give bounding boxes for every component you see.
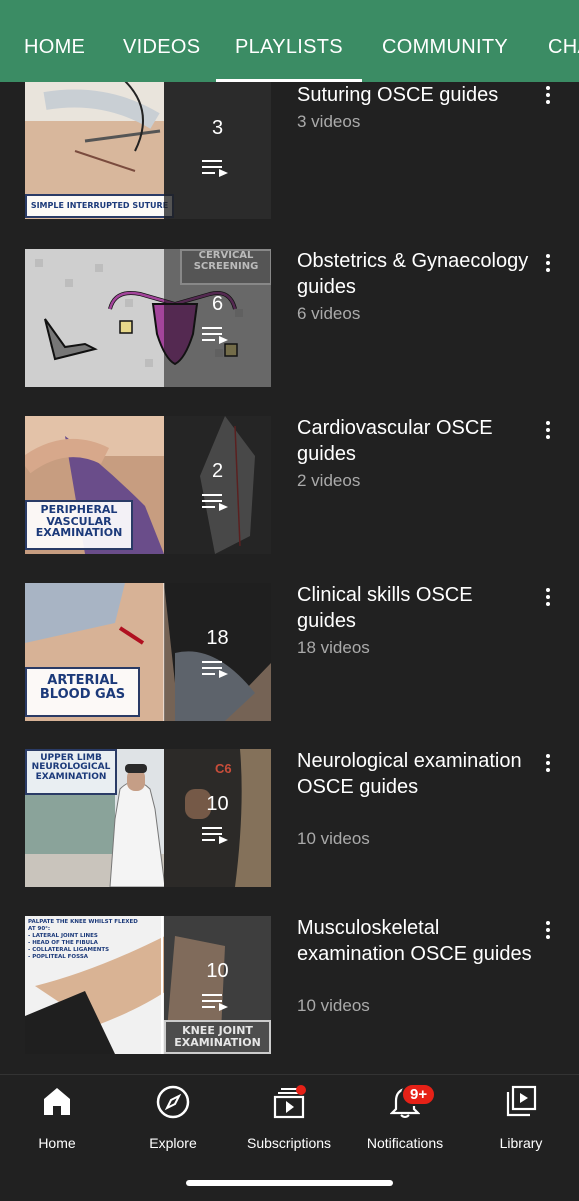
compass-icon [156, 1085, 190, 1119]
thumbnail-caption: ARTERIAL BLOOD GAS [25, 667, 140, 717]
playlist-item[interactable]: SIMPLE INTERRUPTED SUTURE 3 Suturing OSC… [0, 81, 579, 219]
thumbnail-caption: PERIPHERAL VASCULAR EXAMINATION [25, 500, 133, 550]
playlist-item[interactable]: PALPATE THE KNEE WHILST FLEXED AT 90°: -… [0, 916, 579, 1054]
playlist-count-overlay [164, 416, 271, 554]
playlist-icon [202, 160, 228, 177]
playlist-thumbnail[interactable]: PERIPHERAL VASCULAR EXAMINATION 2 [25, 416, 271, 554]
nav-library-label: Library [499, 1135, 543, 1151]
playlist-thumbnail[interactable]: UPPER LIMB NEUROLOGICAL EXAMINATION C6 1… [25, 749, 271, 887]
playlist-item[interactable]: CERVICAL SCREENING 6 Obstetrics & Gynaec… [0, 249, 579, 387]
nav-explore-label: Explore [149, 1135, 197, 1151]
system-home-indicator[interactable] [186, 1180, 393, 1186]
playlist-item[interactable]: PERIPHERAL VASCULAR EXAMINATION 2 Cardio… [0, 416, 579, 554]
playlist-icon [202, 661, 228, 678]
more-options-icon[interactable] [540, 420, 556, 442]
nav-home-label: Home [38, 1135, 76, 1151]
thumbnail-note: PALPATE THE KNEE WHILST FLEXED AT 90°: -… [28, 919, 138, 960]
thumbnail-caption: KNEE JOINT EXAMINATION [164, 1020, 271, 1054]
subscriptions-icon [273, 1085, 306, 1119]
playlist-icon [202, 494, 228, 511]
playlist-title[interactable]: Obstetrics & Gynaecology guides [297, 249, 537, 300]
playlist-item[interactable]: ARTERIAL BLOOD GAS 18 Clinical skills OS… [0, 583, 579, 721]
playlist-video-count: 10 [206, 960, 229, 982]
playlist-count-overlay [164, 81, 271, 219]
playlist-thumbnail[interactable]: CERVICAL SCREENING 6 [25, 249, 271, 387]
nav-subscriptions-label: Subscriptions [246, 1135, 332, 1151]
playlist-video-count: 18 [206, 627, 229, 649]
thumbnail-caption: SIMPLE INTERRUPTED SUTURE [25, 194, 174, 218]
playlist-title[interactable]: Suturing OSCE guides [297, 83, 537, 109]
thumbnail-caption: CERVICAL SCREENING [180, 249, 271, 285]
playlist-subtitle: 6 videos [297, 304, 361, 323]
playlist-thumbnail[interactable]: PALPATE THE KNEE WHILST FLEXED AT 90°: -… [25, 916, 271, 1054]
home-icon [44, 1088, 70, 1115]
playlist-subtitle: 18 videos [297, 638, 370, 657]
more-options-icon[interactable] [540, 587, 556, 609]
playlist-thumbnail[interactable]: SIMPLE INTERRUPTED SUTURE 3 [25, 81, 271, 219]
tab-videos[interactable]: VIDEOS [123, 36, 200, 59]
playlist-item[interactable]: UPPER LIMB NEUROLOGICAL EXAMINATION C6 1… [0, 749, 579, 887]
tab-community[interactable]: COMMUNITY [382, 36, 508, 59]
playlist-video-count: 6 [211, 293, 224, 315]
more-options-icon[interactable] [540, 753, 556, 775]
more-options-icon[interactable] [540, 253, 556, 275]
channel-tab-bar: HOME VIDEOS PLAYLISTS COMMUNITY CHA [0, 0, 579, 82]
playlist-subtitle: 2 videos [297, 471, 361, 490]
playlist-video-count: 10 [206, 793, 229, 815]
playlist-title[interactable]: Clinical skills OSCE guides [297, 583, 537, 634]
thumbnail-caption: UPPER LIMB NEUROLOGICAL EXAMINATION [25, 749, 117, 795]
playlist-subtitle: 3 videos [297, 112, 361, 131]
more-options-icon[interactable] [540, 85, 556, 107]
playlist-subtitle: 10 videos [297, 829, 370, 848]
playlist-title[interactable]: Neurological examination OSCE guides [297, 749, 537, 800]
playlist-icon [202, 827, 228, 844]
notifications-badge: 9+ [401, 1083, 437, 1106]
tab-channels[interactable]: CHA [548, 36, 579, 59]
nav-notifications-label: Notifications [366, 1135, 444, 1151]
playlist-thumbnail[interactable]: ARTERIAL BLOOD GAS 18 [25, 583, 271, 721]
library-icon [506, 1085, 537, 1117]
playlist-icon [202, 994, 228, 1011]
playlist-icon [202, 327, 228, 344]
playlist-title[interactable]: Musculoskeletal examination OSCE guides [297, 916, 537, 967]
tab-playlists[interactable]: PLAYLISTS [216, 36, 362, 82]
playlist-video-count: 3 [211, 117, 224, 139]
more-options-icon[interactable] [540, 920, 556, 942]
playlist-count-overlay [164, 583, 271, 721]
thumbnail-dermatome-label: C6 [215, 761, 232, 776]
tab-home[interactable]: HOME [24, 36, 85, 59]
playlist-video-count: 2 [211, 460, 224, 482]
playlist-subtitle: 10 videos [297, 996, 370, 1015]
playlist-title[interactable]: Cardiovascular OSCE guides [297, 416, 537, 467]
